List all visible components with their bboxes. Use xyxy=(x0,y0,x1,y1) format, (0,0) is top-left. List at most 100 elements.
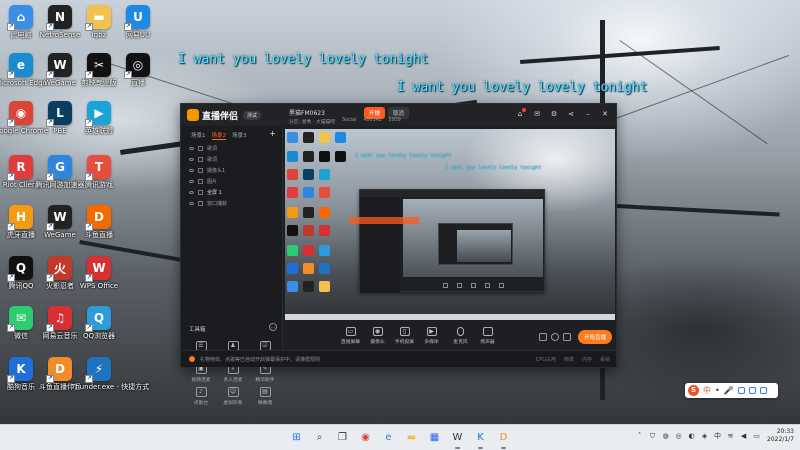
mail-icon[interactable]: ✉ xyxy=(532,109,542,119)
start-live-button[interactable]: 开始直播 xyxy=(577,330,612,344)
close-icon[interactable]: ✕ xyxy=(600,109,610,119)
room-name[interactable]: 黑猫FM0623 xyxy=(289,108,325,117)
eye-icon[interactable] xyxy=(189,202,194,205)
tray-app-icon[interactable]: ◎ xyxy=(674,432,683,441)
tab-scene-1[interactable]: 场景1 xyxy=(191,131,206,140)
eye-icon[interactable] xyxy=(189,147,194,150)
search-icon[interactable]: ⌕ xyxy=(311,429,328,446)
edge-icon[interactable]: e xyxy=(380,429,397,446)
more-icon[interactable]: … xyxy=(269,323,277,331)
source-row[interactable]: 摄像头1 xyxy=(181,165,282,176)
desktop-icon[interactable]: D ↗ 斗鱼直播 xyxy=(81,205,117,239)
bottom-tool-button[interactable]: ▯ 手机投屏 xyxy=(391,327,418,345)
timer-icon[interactable] xyxy=(551,333,559,341)
settings-icon[interactable]: ⚙ xyxy=(549,109,559,119)
eye-icon[interactable] xyxy=(189,158,194,161)
preview-app-icon xyxy=(287,245,298,256)
keyboard-icon[interactable] xyxy=(737,387,745,394)
desktop-icon[interactable]: ⚡ ↗ Thunder.exe - 快捷方式 xyxy=(71,357,149,391)
eye-icon[interactable] xyxy=(189,191,194,194)
system-tray: ˄ ⛉ ◍ ◎ ◐ ◈ 中 ≋ ◀ ▭ 20:33 2022/1/7 xyxy=(635,428,794,444)
speaker-button[interactable]: 扬声器 xyxy=(474,327,501,345)
desktop-icon[interactable]: Q ↗ QQ浏览器 xyxy=(81,306,117,340)
wifi-icon[interactable]: ≋ xyxy=(726,432,735,441)
app-icon: U ↗ xyxy=(124,5,150,31)
tool-label: 多人连麦 xyxy=(223,378,243,383)
clock[interactable]: 20:33 2022/1/7 xyxy=(767,428,794,444)
bottom-tool-button[interactable]: ◉ 摄像头 xyxy=(364,327,391,345)
desktop-icon[interactable]: T ↗ 腾讯游戏 xyxy=(81,155,117,189)
nested-app-capture-2 xyxy=(438,223,513,265)
desktop-icon[interactable]: U ↗ 网易UU xyxy=(120,5,156,39)
desktop-icon-label: 直播 xyxy=(131,79,145,87)
ime-mic-icon[interactable]: 🎤 xyxy=(724,386,734,395)
desktop-icon[interactable]: ▶ ↗ 英雄联盟 xyxy=(81,101,117,135)
streaming-app-window[interactable]: 直播伴侣 测试 黑猫FM0623 开播 取消 分区: 星秀 · 大猫猫吧 Soc… xyxy=(180,103,617,406)
stream-preview[interactable]: I want you lovely lovely tonight I want … xyxy=(285,129,615,320)
tool-icon: ♪ xyxy=(195,387,207,397)
shortcut-arrow-icon: ↗ xyxy=(46,71,54,79)
douyu-assistant-icon[interactable]: D xyxy=(495,429,512,449)
preview-app-icon xyxy=(335,132,346,143)
tool-item[interactable]: ♪ 点歌台 xyxy=(185,387,217,406)
preview-app-icon xyxy=(287,151,298,162)
bottom-tool-button[interactable]: ▶ 多媒体 xyxy=(418,327,445,345)
file-explorer-icon[interactable]: ▬ xyxy=(403,429,420,446)
chrome-icon[interactable]: ◉ xyxy=(357,429,374,446)
record-icon[interactable] xyxy=(539,333,547,341)
app-title: 直播伴侣 xyxy=(202,111,239,122)
app-icon: ▬ ↗ xyxy=(85,5,111,31)
ime-tray-icon[interactable]: 中 xyxy=(713,432,722,441)
tool-label: 精华助手 xyxy=(255,378,275,383)
sogou-logo-icon[interactable]: S xyxy=(688,385,699,396)
mic-button[interactable]: 麦克风 xyxy=(447,327,474,345)
eye-icon[interactable] xyxy=(189,180,194,183)
wegame-icon[interactable]: W xyxy=(449,429,466,449)
settings-icon[interactable] xyxy=(563,333,571,341)
tab-scene-3[interactable]: 场景3 xyxy=(232,131,247,140)
source-row[interactable]: 歌词 xyxy=(181,154,282,165)
app-titlebar[interactable]: 直播伴侣 测试 黑猫FM0623 开播 取消 分区: 星秀 · 大猫猫吧 Soc… xyxy=(181,104,616,126)
windows-start-icon[interactable]: ⊞ xyxy=(288,429,305,446)
wallpaper-spar xyxy=(520,46,720,64)
skin-icon[interactable] xyxy=(748,387,756,394)
desktop-icon-label: 英雄联盟 xyxy=(85,127,113,135)
bottom-tool-label: 摄像头 xyxy=(370,340,385,345)
tray-app-icon[interactable]: ◐ xyxy=(687,432,696,441)
bottom-tool-button[interactable]: ▭ 直播屏幕 xyxy=(337,327,364,345)
toolbox-icon[interactable] xyxy=(759,387,767,394)
clock-time: 20:33 xyxy=(776,428,794,435)
desktop-icon[interactable]: ◎ ↗ 直播 xyxy=(120,53,156,87)
ime-toolbar[interactable]: S 中 • 🎤 xyxy=(685,383,778,398)
tool-item[interactable]: ☺ 虚拟形象 xyxy=(217,387,249,406)
tray-chevron-icon[interactable]: ˄ xyxy=(635,432,644,441)
gift-icon[interactable]: ⌂ xyxy=(515,108,526,119)
app-icon: ▶ ↗ xyxy=(85,101,111,127)
desktop-icon[interactable]: W ↗ WPS Office xyxy=(80,256,118,290)
tray-app-icon[interactable]: ◈ xyxy=(700,432,709,441)
store-icon[interactable]: ▦ xyxy=(426,429,443,446)
source-row[interactable]: 图片 xyxy=(181,176,282,187)
tool-item[interactable]: ▤ 弹幕墙 xyxy=(249,387,281,406)
minimize-icon[interactable]: – xyxy=(583,109,593,119)
tray-app-icon[interactable]: ◍ xyxy=(661,432,670,441)
preview-app-icon xyxy=(287,225,298,236)
source-row[interactable]: 全屏 1 xyxy=(181,187,282,198)
source-row[interactable]: 歌词 xyxy=(181,143,282,154)
task-view-icon[interactable]: ❐ xyxy=(334,429,351,446)
ime-language[interactable]: 中 xyxy=(703,385,711,396)
share-icon[interactable]: ⋖ xyxy=(566,109,576,119)
shortcut-arrow-icon: ↗ xyxy=(46,23,54,31)
tab-scene-2[interactable]: 场景2 xyxy=(211,131,226,140)
source-row[interactable]: 窗口捕获 xyxy=(181,198,282,209)
volume-icon[interactable]: ◀ xyxy=(739,432,748,441)
nested-preview xyxy=(403,199,543,277)
kugou-icon[interactable]: K xyxy=(472,429,489,449)
preview-app-icon xyxy=(319,263,330,274)
eye-icon[interactable] xyxy=(189,169,194,172)
battery-icon[interactable]: ▭ xyxy=(752,432,761,441)
tool-label: 虚拟形象 xyxy=(223,401,243,406)
add-scene-icon[interactable]: + xyxy=(269,130,276,140)
punctuation-icon[interactable]: • xyxy=(715,386,720,395)
shield-icon[interactable]: ⛉ xyxy=(648,432,657,441)
